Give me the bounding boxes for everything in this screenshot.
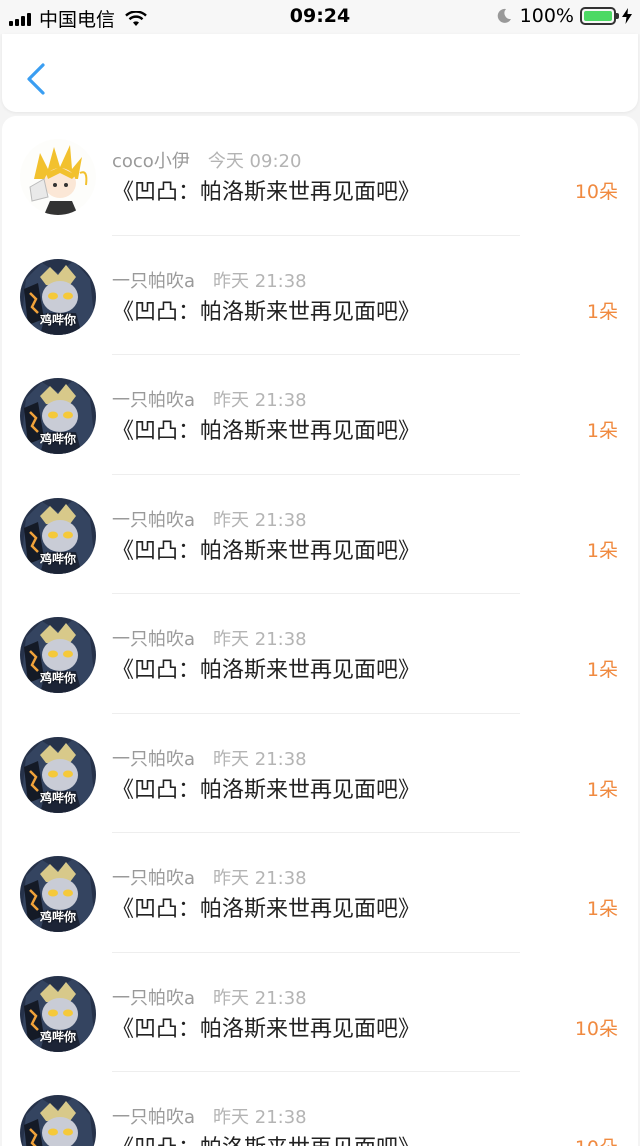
username[interactable]: 一只帕吹a xyxy=(112,749,195,770)
list-item[interactable]: 鸡哔你 一只帕吹a 昨天 21:38 《凹凸：帕洛斯来世再见面吧》 10朵 xyxy=(2,953,638,1072)
battery-icon xyxy=(580,7,619,25)
timestamp: 今天 09:20 xyxy=(207,151,302,172)
avatar-caption: 鸡哔你 xyxy=(39,790,76,805)
username[interactable]: 一只帕吹a xyxy=(112,1107,195,1128)
timestamp: 昨天 21:38 xyxy=(213,987,307,1009)
avatar[interactable]: 鸡哔你 xyxy=(20,617,96,693)
work-title[interactable]: 《凹凸：帕洛斯来世再见面吧》 xyxy=(112,652,420,684)
username[interactable]: coco小伊 xyxy=(112,151,190,172)
list-item[interactable]: 鸡哔你 一只帕吹a 昨天 21:38 《凹凸：帕洛斯来世再见面吧》 1朵 xyxy=(2,475,638,594)
timestamp: 昨天 21:38 xyxy=(213,868,307,889)
status-bar: 中国电信 09:24 100% xyxy=(0,0,640,34)
do-not-disturb-icon xyxy=(497,8,511,23)
avatar[interactable] xyxy=(20,139,96,215)
avatar[interactable]: 鸡哔你 xyxy=(20,1095,96,1146)
list-item[interactable]: 鸡哔你 一只帕吹a 昨天 21:38 《凹凸：帕洛斯来世再见面吧》 10朵 xyxy=(2,1072,638,1146)
avatar-caption: 鸡哔你 xyxy=(39,312,76,327)
avatar[interactable]: 鸡哔你 xyxy=(20,497,96,574)
timestamp: 昨天 21:38 xyxy=(213,509,307,531)
username[interactable]: 一只帕吹a xyxy=(112,988,195,1009)
flower-count: 1朵 xyxy=(586,898,618,920)
avatar-caption: 鸡哔你 xyxy=(39,671,76,685)
work-title[interactable]: 《凹凸：帕洛斯来世再见面吧》 xyxy=(112,891,420,923)
chevron-left-icon[interactable] xyxy=(24,62,48,96)
list-item[interactable]: 鸡哔你 一只帕吹a 昨天 21:38 《凹凸：帕洛斯来世再见面吧》 1朵 xyxy=(2,594,638,714)
avatar[interactable]: 鸡哔你 xyxy=(20,258,96,335)
avatar-caption: 鸡哔你 xyxy=(39,551,76,566)
timestamp: 昨天 21:38 xyxy=(213,1107,307,1128)
avatar[interactable]: 鸡哔你 xyxy=(20,856,96,932)
work-title[interactable]: 《凹凸：帕洛斯来世再见面吧》 xyxy=(112,174,420,206)
flower-count: 10朵 xyxy=(575,1133,618,1146)
flower-count: 1朵 xyxy=(586,300,618,323)
list-item[interactable]: 鸡哔你 一只帕吹a 昨天 21:38 《凹凸：帕洛斯来世再见面吧》 1朵 xyxy=(2,355,638,475)
flower-count: 10朵 xyxy=(574,181,618,203)
work-title[interactable]: 《凹凸：帕洛斯来世再见面吧》 xyxy=(112,1130,420,1146)
timestamp: 昨天 21:38 xyxy=(213,629,307,650)
work-title[interactable]: 《凹凸：帕洛斯来世再见面吧》 xyxy=(112,413,420,445)
username[interactable]: 一只帕吹a xyxy=(112,390,195,411)
timestamp: 昨天 21:38 xyxy=(213,748,307,770)
avatar[interactable]: 鸡哔你 xyxy=(20,378,96,454)
avatar-image xyxy=(20,1095,96,1146)
flower-count: 10朵 xyxy=(574,1017,618,1040)
flower-count: 1朵 xyxy=(586,659,618,681)
username[interactable]: 一只帕吹a xyxy=(112,629,195,650)
flower-count: 1朵 xyxy=(586,420,618,442)
avatar[interactable]: 鸡哔你 xyxy=(20,736,96,813)
work-title[interactable]: 《凹凸：帕洛斯来世再见面吧》 xyxy=(112,533,420,565)
timestamp: 昨天 21:38 xyxy=(213,270,307,292)
username[interactable]: 一只帕吹a xyxy=(112,271,195,292)
username[interactable]: 一只帕吹a xyxy=(112,868,195,889)
charging-icon xyxy=(622,8,632,24)
work-title[interactable]: 《凹凸：帕洛斯来世再见面吧》 xyxy=(112,772,420,804)
avatar-caption: 鸡哔你 xyxy=(39,910,76,924)
list-item[interactable]: 鸡哔你 一只帕吹a 昨天 21:38 《凹凸：帕洛斯来世再见面吧》 1朵 xyxy=(2,833,638,953)
flower-count: 1朵 xyxy=(586,539,618,562)
work-title[interactable]: 《凹凸：帕洛斯来世再见面吧》 xyxy=(112,294,420,326)
avatar[interactable]: 鸡哔你 xyxy=(20,975,96,1052)
timestamp: 昨天 21:38 xyxy=(213,390,307,411)
list-item[interactable]: 鸡哔你 一只帕吹a 昨天 21:38 《凹凸：帕洛斯来世再见面吧》 1朵 xyxy=(2,714,638,833)
flower-count: 1朵 xyxy=(586,778,618,801)
battery-percent: 100% xyxy=(519,5,574,27)
list-item[interactable]: 鸡哔你 一只帕吹a 昨天 21:38 《凹凸：帕洛斯来世再见面吧》 1朵 xyxy=(2,236,638,355)
username[interactable]: 一只帕吹a xyxy=(112,510,195,531)
list-item[interactable]: coco小伊 今天 09:20 《凹凸：帕洛斯来世再见面吧》 10朵 xyxy=(2,116,638,236)
nav-bar xyxy=(2,34,638,112)
gift-list: coco小伊 今天 09:20 《凹凸：帕洛斯来世再见面吧》 10朵 鸡哔你 一只… xyxy=(2,116,638,1146)
work-title[interactable]: 《凹凸：帕洛斯来世再见面吧》 xyxy=(112,1011,420,1043)
avatar-image xyxy=(20,139,96,215)
avatar-caption: 鸡哔你 xyxy=(39,432,76,446)
avatar-caption: 鸡哔你 xyxy=(39,1029,76,1044)
